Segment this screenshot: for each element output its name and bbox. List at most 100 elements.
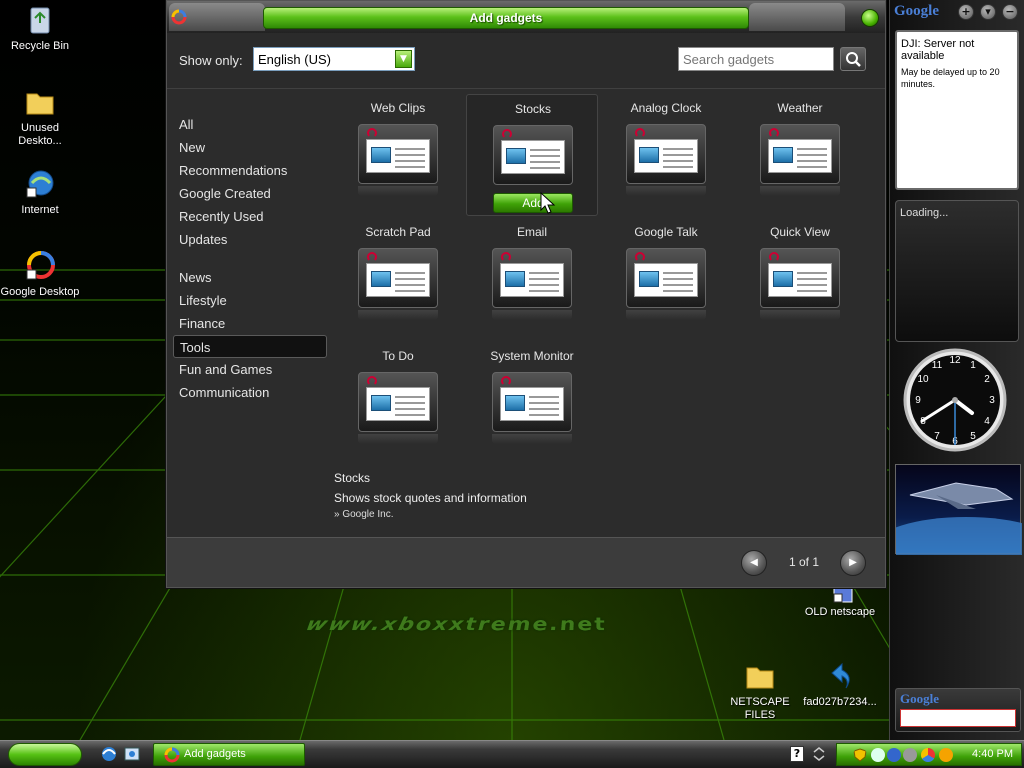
- add-gadget-button[interactable]: Add: [493, 193, 573, 213]
- clock-numeral: 5: [970, 431, 976, 442]
- category-new[interactable]: New: [173, 136, 327, 159]
- gadget-tile-system-monitor[interactable]: System Monitor: [466, 342, 598, 464]
- gadget-thumbnail-icon: [358, 248, 438, 308]
- clock-numeral: 2: [984, 374, 990, 385]
- volume-icon[interactable]: [903, 748, 917, 762]
- sidebar-header: Google + ▾ −: [890, 0, 1024, 26]
- desktop-icon-internet[interactable]: Internet: [0, 168, 80, 217]
- window-title: Add gadgets: [263, 7, 749, 29]
- category-divider: [173, 251, 327, 266]
- recycle-bin-icon: [24, 4, 56, 36]
- gadget-thumbnail-icon: [492, 372, 572, 432]
- loading-text: Loading...: [900, 207, 949, 219]
- shield-icon[interactable]: [853, 748, 867, 762]
- detail-gadget-name: Stocks: [334, 471, 371, 485]
- search-button[interactable]: [840, 47, 866, 71]
- start-button[interactable]: [8, 743, 82, 766]
- category-communication[interactable]: Communication: [173, 381, 327, 404]
- category-finance[interactable]: Finance: [173, 312, 327, 335]
- thumbnail-reflection: [626, 310, 706, 320]
- gadget-tile-email[interactable]: Email: [466, 218, 598, 340]
- category-updates[interactable]: Updates: [173, 228, 327, 251]
- desktop-icon-netscape-files[interactable]: NETSCAPE FILES: [720, 660, 800, 722]
- watermark-text: www.xboxxtreme.net: [301, 614, 610, 636]
- clock-numeral: 3: [989, 395, 995, 406]
- google-logo[interactable]: Google: [894, 3, 939, 20]
- gadget-thumbnail-icon: [492, 248, 572, 308]
- mouse-cursor-icon: [540, 191, 556, 214]
- messenger-icon[interactable]: [887, 748, 901, 762]
- gadget-tile-google-talk[interactable]: Google Talk: [600, 218, 732, 340]
- gadget-name: Scratch Pad: [365, 225, 431, 239]
- search-input[interactable]: [678, 47, 834, 71]
- category-lifestyle[interactable]: Lifestyle: [173, 289, 327, 312]
- gadget-name: Google Talk: [634, 225, 698, 239]
- tray-arrows-icon[interactable]: [812, 746, 826, 762]
- thumbnail-reflection: [760, 310, 840, 320]
- category-google-created[interactable]: Google Created: [173, 182, 327, 205]
- category-recommendations[interactable]: Recommendations: [173, 159, 327, 182]
- google-desktop-tray-icon[interactable]: [921, 748, 935, 762]
- previous-page-button[interactable]: ◀: [741, 550, 767, 576]
- desktop-icon-google-desktop[interactable]: Google Desktop: [0, 250, 80, 299]
- network-icon[interactable]: [871, 748, 885, 762]
- clock-numeral: 1: [970, 360, 976, 371]
- titlebar-right-tab: [749, 3, 845, 31]
- gadget-details: Stocks Shows stock quotes and informatio…: [334, 471, 527, 520]
- analog-clock-gadget[interactable]: 12 1 2 3 4 5 6 7 8 9 10 11: [902, 347, 1008, 453]
- desktop-shortcut-icon[interactable]: [123, 745, 141, 763]
- thumbnail-reflection: [492, 310, 572, 320]
- sidebar-menu-chevron-icon[interactable]: ▾: [980, 4, 996, 20]
- thumbnail-reflection: [358, 186, 438, 196]
- detail-author-link[interactable]: » Google Inc.: [334, 509, 527, 520]
- language-select[interactable]: English (US) ▼: [253, 47, 415, 71]
- desktop-icon-label: NETSCAPE FILES: [730, 696, 790, 721]
- gadget-tile-to-do[interactable]: To Do: [332, 342, 464, 464]
- window-titlebar[interactable]: Add gadgets: [167, 1, 885, 33]
- chevron-down-icon[interactable]: ▼: [395, 50, 412, 68]
- category-recently-used[interactable]: Recently Used: [173, 205, 327, 228]
- gadget-tile-quick-view[interactable]: Quick View: [734, 218, 866, 340]
- news-sidebar-gadget[interactable]: Loading...: [895, 200, 1019, 342]
- gadget-tile-weather[interactable]: Weather: [734, 94, 866, 216]
- gadget-tile-stocks[interactable]: Stocks Add: [466, 94, 598, 216]
- gadget-tile-analog-clock[interactable]: Analog Clock: [600, 94, 732, 216]
- stocks-error-text: DJI: Server not available: [901, 38, 975, 62]
- stocks-sidebar-gadget[interactable]: DJI: Server not available May be delayed…: [895, 30, 1019, 190]
- google-desktop-icon: [24, 250, 56, 282]
- desktop-icon-unused-desktop[interactable]: Unused Deskto...: [0, 86, 80, 148]
- internet-icon: [24, 168, 56, 200]
- add-gadget-plus-icon[interactable]: +: [958, 4, 974, 20]
- thumbnail-reflection: [492, 434, 572, 444]
- category-all[interactable]: All: [173, 113, 327, 136]
- next-page-button[interactable]: ▶: [840, 550, 866, 576]
- clock-numeral: 12: [949, 355, 961, 366]
- clock-numeral: 11: [932, 360, 943, 371]
- google-search-input[interactable]: [900, 709, 1016, 727]
- close-button[interactable]: [861, 9, 879, 27]
- google-desktop-sidebar: Google + ▾ − DJI: Server not available M…: [876, 0, 1024, 740]
- category-fun-and-games[interactable]: Fun and Games: [173, 358, 327, 381]
- category-tools[interactable]: Tools: [173, 335, 327, 358]
- gadget-tile-scratch-pad[interactable]: Scratch Pad: [332, 218, 464, 340]
- show-only-label: Show only:: [179, 53, 243, 68]
- desktop-icon-fad027b[interactable]: fad027b7234...: [800, 660, 880, 709]
- thumbnail-reflection: [626, 186, 706, 196]
- gadget-thumbnail-icon: [626, 248, 706, 308]
- internet-explorer-icon[interactable]: [100, 745, 118, 763]
- photo-slideshow-gadget[interactable]: [876, 464, 1024, 573]
- language-value: English (US): [258, 52, 331, 67]
- thumbnail-reflection: [358, 434, 438, 444]
- add-gadgets-window: Add gadgets Show only: English (US) ▼ Al…: [166, 0, 886, 588]
- taskbar-item-add-gadgets[interactable]: Add gadgets: [153, 743, 305, 766]
- category-news[interactable]: News: [173, 266, 327, 289]
- desktop-icon-recycle-bin[interactable]: Recycle Bin: [0, 4, 80, 53]
- window-footer: ◀ 1 of 1 ▶: [167, 537, 885, 587]
- sidebar-minimize-icon[interactable]: −: [1002, 4, 1018, 20]
- gadget-tile-web-clips[interactable]: Web Clips: [332, 94, 464, 216]
- thumbnail-reflection: [358, 310, 438, 320]
- desktop-icon-old-netscape[interactable]: OLD netscape: [800, 584, 880, 619]
- filter-toolbar: Show only: English (US) ▼: [167, 33, 885, 89]
- help-icon[interactable]: ?: [790, 746, 804, 762]
- search-tray-icon[interactable]: [939, 748, 953, 762]
